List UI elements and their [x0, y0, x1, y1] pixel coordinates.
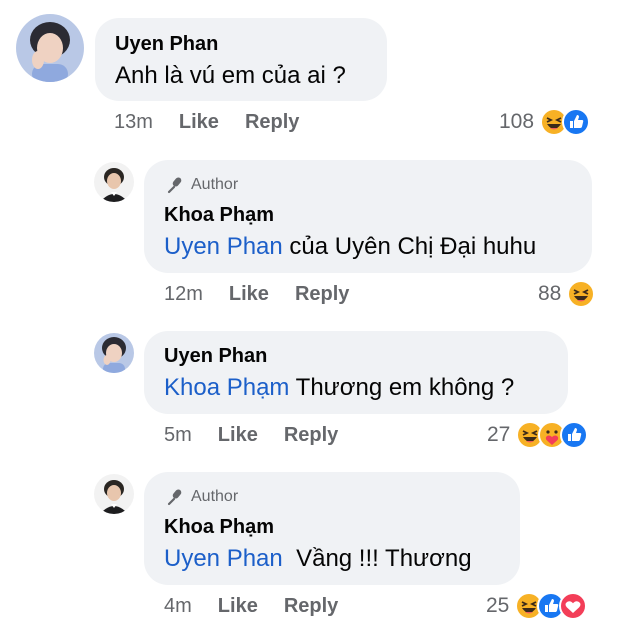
commenter-name[interactable]: Khoa Phạm [164, 516, 274, 539]
comment-actions: 4m Like Reply [164, 595, 338, 618]
microphone-icon [167, 177, 182, 194]
reaction-count: 27 [487, 423, 511, 446]
avatar[interactable] [16, 14, 84, 82]
reaction-summary[interactable]: 108 [499, 108, 591, 136]
reaction-count: 25 [486, 594, 510, 617]
reaction-icons [516, 421, 589, 449]
comment-actions: 13m Like Reply [114, 111, 299, 134]
comment-body: Anh là vú em của ai ? [115, 62, 346, 89]
like-button[interactable]: Like [218, 424, 258, 447]
comment-body: Vầng !!! Thương [282, 545, 472, 572]
reaction-icons [515, 592, 588, 620]
comment-text: Uyen Phan của Uyên Chị Đại huhu [164, 233, 536, 261]
reaction-summary[interactable]: 88 [538, 280, 596, 308]
comment-text: Khoa Phạm Thương em không ? [164, 374, 514, 402]
avatar-photo-icon [94, 474, 134, 514]
like-icon [562, 108, 591, 136]
comment-body: Thương em không ? [289, 374, 515, 401]
mention-link[interactable]: Uyen Phan [164, 545, 283, 572]
love-icon [559, 592, 588, 620]
commenter-name[interactable]: Khoa Phạm [164, 204, 274, 227]
author-badge: Author [165, 487, 238, 507]
reaction-icons [567, 280, 596, 308]
avatar-photo-icon [94, 333, 134, 373]
author-badge-label: Author [191, 176, 239, 193]
like-button[interactable]: Like [229, 283, 269, 306]
like-button[interactable]: Like [218, 595, 258, 618]
mention-link[interactable]: Khoa Phạm [164, 374, 289, 401]
reaction-summary[interactable]: 27 [487, 421, 589, 449]
author-badge-label: Author [191, 488, 239, 505]
avatar-photo-icon [94, 162, 134, 202]
comment-actions: 5m Like Reply [164, 424, 338, 447]
microphone-icon [167, 489, 182, 506]
reaction-count: 88 [538, 282, 562, 305]
commenter-name[interactable]: Uyen Phan [115, 33, 218, 56]
comment-body: của Uyên Chị Đại huhu [282, 233, 537, 260]
avatar[interactable] [94, 162, 134, 202]
haha-icon [567, 280, 596, 308]
author-badge: Author [165, 175, 238, 195]
timestamp[interactable]: 13m [114, 111, 153, 134]
timestamp[interactable]: 4m [164, 595, 192, 618]
like-button[interactable]: Like [179, 111, 219, 134]
comment-text: Uyen Phan Vầng !!! Thương [164, 545, 472, 573]
reaction-count: 108 [499, 110, 535, 133]
avatar-photo-icon [16, 14, 84, 82]
reaction-summary[interactable]: 25 [486, 592, 588, 620]
timestamp[interactable]: 5m [164, 424, 192, 447]
reply-button[interactable]: Reply [295, 283, 349, 306]
avatar[interactable] [94, 474, 134, 514]
like-icon [560, 421, 589, 449]
timestamp[interactable]: 12m [164, 283, 203, 306]
reply-button[interactable]: Reply [284, 595, 338, 618]
avatar[interactable] [94, 333, 134, 373]
mention-link[interactable]: Uyen Phan [164, 233, 283, 260]
reaction-icons [540, 108, 591, 136]
reply-button[interactable]: Reply [284, 424, 338, 447]
reply-button[interactable]: Reply [245, 111, 299, 134]
commenter-name[interactable]: Uyen Phan [164, 345, 267, 368]
comment-actions: 12m Like Reply [164, 283, 349, 306]
comment-text: Anh là vú em của ai ? [115, 62, 346, 90]
